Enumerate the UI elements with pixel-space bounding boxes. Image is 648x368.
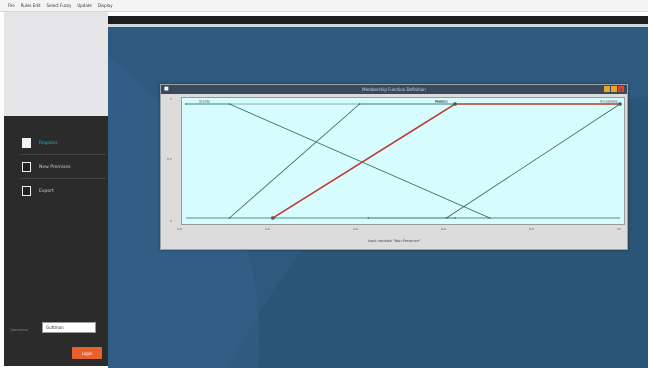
sidebar-item-label: New Premises [39,164,71,170]
menu-rules-edit[interactable]: Rules Edit [21,3,41,8]
login-button[interactable]: Login [72,347,102,359]
y-tick-label: 0 [170,219,172,223]
sidebar-item-label: Register [39,140,58,146]
series-point[interactable] [271,216,275,220]
y-tick-label: 1 [170,97,172,101]
dialog-title-bar[interactable]: Membership Function Definition [161,85,627,94]
x-tick-label: 4.0 [353,227,358,231]
membership-chart: Scanty Fewer Average Acceptable [181,97,625,225]
maximize-button[interactable] [611,86,617,92]
menu-select-fuzzy[interactable]: Select Fuzzy [47,3,72,8]
minimize-button[interactable] [604,86,610,92]
series-line-acceptable[interactable] [446,103,621,219]
sidebar-item-new-premises[interactable]: New Premises [22,160,106,174]
sidebar-divider [20,178,106,179]
sidebar-item-export[interactable]: Export [22,184,106,198]
series-point[interactable] [367,217,370,219]
menu-file[interactable]: File [8,3,15,8]
series-line-fewer[interactable] [229,103,456,219]
x-tick-label: 6.0 [441,227,446,231]
series-point[interactable] [185,103,187,105]
membership-dialog: Membership Function Definition ■ x 1 0.5… [160,84,628,250]
user-icon [22,138,31,148]
dialog-window-controls: x [603,86,624,92]
x-tick-label: 8.0 [529,227,534,231]
sidebar-item-register[interactable]: Register [22,136,106,150]
x-tick-label: 10 [617,227,621,231]
series-line-selected[interactable] [272,103,620,219]
chart-svg: Scanty FewerAverage Acceptable [185,100,622,220]
y-tick-label: 0.5 [167,157,172,161]
series-point[interactable] [454,217,456,219]
series-point[interactable] [228,103,231,105]
series-point[interactable] [358,103,361,105]
series-point[interactable] [619,103,621,105]
x-tick-label: 0.0 [177,227,182,231]
document-icon [22,162,31,172]
series-line-scanty[interactable] [186,103,490,219]
x-axis-label: Input variable "Non-Presence" [367,239,421,243]
series-point[interactable] [488,217,491,219]
sidebar-header [4,12,108,116]
sidebar-divider [20,154,106,155]
username-label: Username [10,328,28,332]
series-point[interactable] [453,102,457,106]
series-label: Acceptable [600,100,618,104]
series-point[interactable] [228,217,231,219]
menu-update[interactable]: Update [77,3,92,8]
username-input[interactable]: Guttman [42,322,96,333]
menu-bar: File Rules Edit Select Fuzzy Update Disp… [0,0,648,12]
menu-display[interactable]: Display [98,3,113,8]
close-button[interactable]: x [618,86,624,92]
sidebar-item-label: Export [39,188,54,194]
x-tick-label: 2.0 [265,227,270,231]
series-label: Average [435,100,448,104]
app-icon: ■ [164,86,169,92]
dialog-title: Membership Function Definition [362,87,426,92]
list-icon [22,186,31,196]
series-point[interactable] [445,217,448,219]
series-label: Scanty [199,100,210,104]
